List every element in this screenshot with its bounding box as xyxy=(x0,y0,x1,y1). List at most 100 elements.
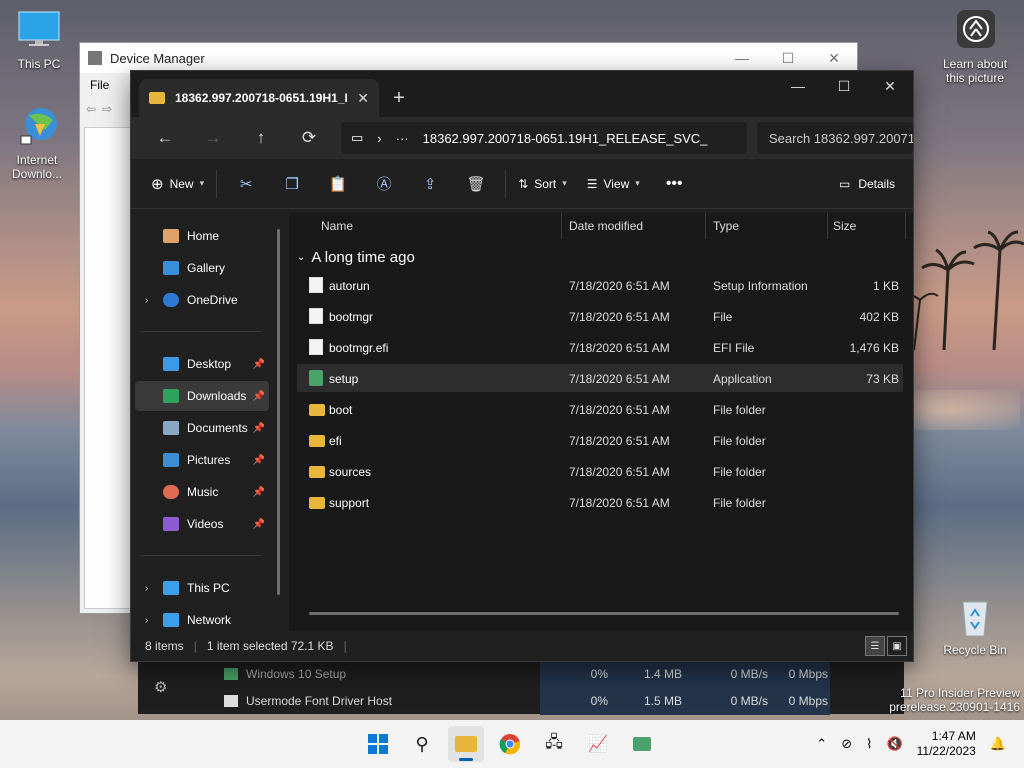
camera-icon xyxy=(957,10,995,48)
device-tree[interactable] xyxy=(84,127,132,609)
search-box[interactable]: Search 18362.997.200718 xyxy=(757,122,913,154)
nav-item-home[interactable]: Home xyxy=(135,221,269,251)
taskbar: ⚲ 🖧 📈 ⌃ ⊘ ⌇ 🔇 1:47 AM 11/22/2023 🔔 xyxy=(0,720,1024,768)
file-name: setup xyxy=(329,372,359,386)
details-icon: ▭ xyxy=(838,176,851,191)
chrome-taskbar-button[interactable] xyxy=(492,726,528,762)
pin-icon[interactable]: 📌 xyxy=(253,519,265,530)
nav-item-downloads[interactable]: Downloads 📌 xyxy=(135,381,269,411)
file-row[interactable]: boot 7/18/2020 6:51 AM File folder xyxy=(297,395,903,423)
file-row[interactable]: efi 7/18/2020 6:51 AM File folder xyxy=(297,426,903,454)
column-size[interactable]: Size xyxy=(833,219,856,233)
file-row[interactable]: bootmgr 7/18/2020 6:51 AM File 402 KB xyxy=(297,302,903,330)
close-button[interactable]: ✕ xyxy=(867,71,913,101)
process-row[interactable]: Usermode Font Driver Host 0% 1.5 MB 0 MB… xyxy=(138,687,904,715)
address-bar[interactable]: ▭ › ··· 18362.997.200718-0651.19H1_RELEA… xyxy=(341,122,747,154)
group-header[interactable]: ⌄ A long time ago xyxy=(297,249,415,266)
nav-item-music[interactable]: Music 📌 xyxy=(135,477,269,507)
new-button[interactable]: ⊕ New ▾ xyxy=(145,168,210,200)
file-list-pane[interactable]: Name Date modified Type Size ⌄ A long ti… xyxy=(289,213,913,633)
desktop-icon-learn-about-picture[interactable]: Learn about this picture xyxy=(940,10,1010,85)
copy-button[interactable]: ❐ xyxy=(269,168,315,200)
device-manager-taskbar-button[interactable]: 🖧 xyxy=(536,726,572,762)
explorer-tab[interactable]: 18362.997.200718-0651.19H1_R ✕ xyxy=(139,79,379,117)
back-button[interactable]: ← xyxy=(141,122,189,154)
search-button[interactable]: ⚲ xyxy=(404,726,440,762)
menu-file[interactable]: File xyxy=(90,78,109,92)
minimize-button[interactable]: — xyxy=(719,50,765,67)
nav-item-pictures[interactable]: Pictures 📌 xyxy=(135,445,269,475)
desktop-icon-recycle-bin[interactable]: Recycle Bin xyxy=(942,596,1008,657)
up-button[interactable]: ↑ xyxy=(237,122,285,154)
column-name[interactable]: Name xyxy=(321,219,353,233)
more-path-icon[interactable]: ··· xyxy=(396,131,409,146)
pin-icon[interactable]: 📌 xyxy=(253,455,265,466)
forward-arrow-icon[interactable]: ⇨ xyxy=(102,102,112,116)
back-arrow-icon[interactable]: ⇦ xyxy=(86,102,96,116)
desktop-icon-this-pc[interactable]: This PC xyxy=(7,10,71,71)
network-disconnected-icon[interactable]: ⊘ xyxy=(841,736,852,752)
nav-scrollbar[interactable] xyxy=(277,229,280,595)
chevron-right-icon[interactable]: › xyxy=(145,615,148,626)
new-tab-button[interactable]: + xyxy=(379,79,419,117)
paste-button[interactable]: 📋 xyxy=(315,168,361,200)
file-row[interactable]: support 7/18/2020 6:51 AM File folder xyxy=(297,488,903,516)
pin-icon[interactable]: 📌 xyxy=(253,391,265,402)
volume-muted-icon[interactable]: 🔇 xyxy=(886,736,902,752)
refresh-button[interactable]: ⟳ xyxy=(285,122,333,154)
close-button[interactable]: ✕ xyxy=(811,50,857,67)
file-explorer-window[interactable]: 18362.997.200718-0651.19H1_R ✕ + — ☐ ✕ ←… xyxy=(130,70,914,662)
nav-item-desktop[interactable]: Desktop 📌 xyxy=(135,349,269,379)
forward-button[interactable]: → xyxy=(189,122,237,154)
column-date-modified[interactable]: Date modified xyxy=(569,219,643,233)
navigation-pane[interactable]: Home Gallery › OneDrive Desktop 📌 Downlo… xyxy=(131,213,287,633)
column-type[interactable]: Type xyxy=(713,219,739,233)
pin-icon[interactable]: 📌 xyxy=(253,487,265,498)
notification-bell-icon[interactable]: 🔔 xyxy=(990,736,1006,752)
pin-icon[interactable]: 📌 xyxy=(253,423,265,434)
task-manager-taskbar-button[interactable]: 📈 xyxy=(580,726,616,762)
share-button[interactable]: ⇪ xyxy=(407,168,453,200)
minimize-button[interactable]: — xyxy=(775,71,821,101)
process-row[interactable]: Windows 10 Setup 0% 1.4 MB 0 MB/s 0 Mbps xyxy=(138,660,904,688)
selection-info: 1 item selected 72.1 KB xyxy=(206,639,334,653)
tiles-view-icon[interactable]: ▣ xyxy=(887,636,907,656)
chevron-up-icon[interactable]: ⌃ xyxy=(816,736,827,752)
chevron-right-icon[interactable]: › xyxy=(145,583,148,594)
file-date: 7/18/2020 6:51 AM xyxy=(569,434,670,448)
nav-item-documents[interactable]: Documents 📌 xyxy=(135,413,269,443)
device-manager-titlebar[interactable]: Device Manager — ☐ ✕ xyxy=(80,43,857,73)
sort-button[interactable]: ⇅ Sort ▾ xyxy=(512,168,573,200)
setup-taskbar-button[interactable] xyxy=(624,726,660,762)
horizontal-scrollbar[interactable] xyxy=(309,612,899,615)
maximize-button[interactable]: ☐ xyxy=(765,50,811,67)
clock[interactable]: 1:47 AM 11/22/2023 xyxy=(917,729,976,759)
maximize-button[interactable]: ☐ xyxy=(821,71,867,101)
nav-item-videos[interactable]: Videos 📌 xyxy=(135,509,269,539)
desktop-icon-internet-download[interactable]: Internet Downlo... xyxy=(5,106,69,181)
delete-button[interactable]: 🗑 xyxy=(453,168,499,200)
nav-item-this-pc[interactable]: › This PC xyxy=(135,573,269,603)
wifi-icon[interactable]: ⌇ xyxy=(866,736,872,752)
view-button[interactable]: ☰ View ▾ xyxy=(581,168,646,200)
task-manager-window[interactable]: ⚙ Windows 10 Setup 0% 1.4 MB 0 MB/s 0 Mb… xyxy=(138,660,904,715)
folder-icon xyxy=(149,92,165,104)
rename-button[interactable]: Ⓐ xyxy=(361,168,407,200)
file-row[interactable]: sources 7/18/2020 6:51 AM File folder xyxy=(297,457,903,485)
file-row[interactable]: autorun 7/18/2020 6:51 AM Setup Informat… xyxy=(297,271,903,299)
file-row-selected[interactable]: setup 7/18/2020 6:51 AM Application 73 K… xyxy=(297,364,903,392)
nav-item-onedrive[interactable]: › OneDrive xyxy=(135,285,269,315)
chevron-right-icon[interactable]: › xyxy=(145,295,148,306)
close-tab-icon[interactable]: ✕ xyxy=(357,90,369,107)
nav-label: Network xyxy=(187,613,232,627)
start-button[interactable] xyxy=(360,726,396,762)
details-view-icon[interactable]: ☰ xyxy=(865,636,885,656)
details-pane-button[interactable]: ▭ Details xyxy=(839,177,895,191)
file-row[interactable]: bootmgr.efi 7/18/2020 6:51 AM EFI File 1… xyxy=(297,333,903,361)
more-options-button[interactable]: ••• xyxy=(660,168,689,200)
cut-button[interactable]: ✂ xyxy=(223,168,269,200)
nav-item-gallery[interactable]: Gallery xyxy=(135,253,269,283)
pin-icon[interactable]: 📌 xyxy=(253,359,265,370)
file-explorer-taskbar-button[interactable] xyxy=(448,726,484,762)
chevron-right-icon[interactable]: › xyxy=(377,131,381,146)
